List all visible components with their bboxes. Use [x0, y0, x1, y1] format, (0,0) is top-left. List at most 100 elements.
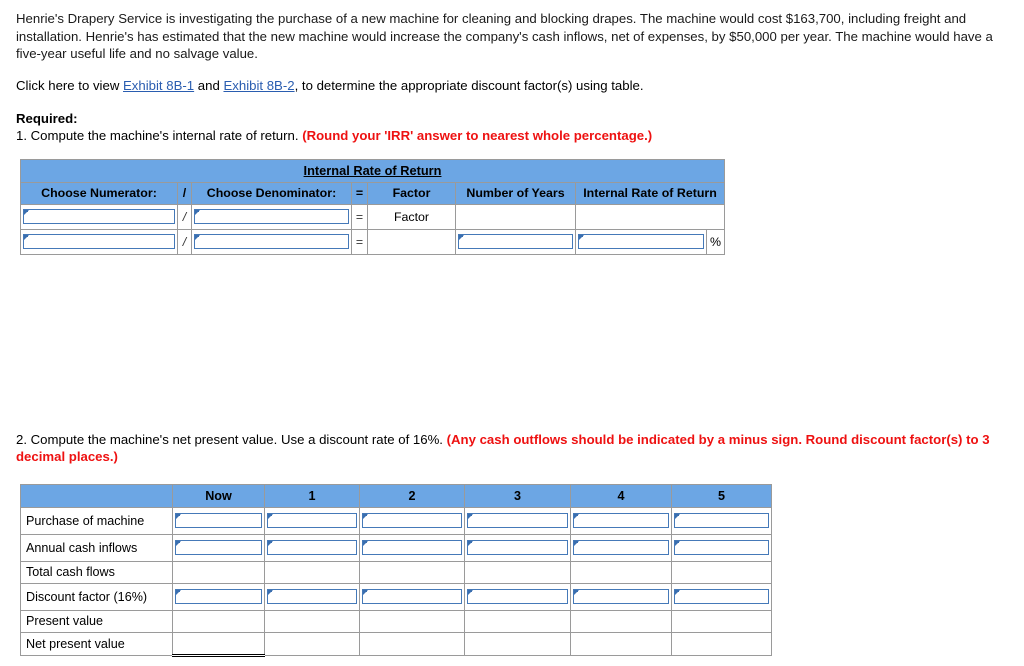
npv-value-input[interactable] — [674, 540, 769, 555]
irr-slash-2: / — [177, 228, 192, 255]
npv-input-cell — [264, 533, 360, 562]
npv-row-label: Purchase of machine — [20, 506, 173, 535]
npv-value-input[interactable] — [573, 540, 669, 555]
npv-value-cell — [172, 631, 265, 657]
npv-input-cell — [671, 506, 772, 535]
npv-value-cell — [264, 609, 360, 633]
irr-result-cell-1 — [574, 203, 726, 230]
question-1-note: (Round your 'IRR' answer to nearest whol… — [302, 128, 653, 143]
npv-header-period-1: 1 — [264, 483, 360, 508]
npv-value-cell — [359, 631, 465, 656]
npv-header-period-2: 2 — [359, 483, 465, 508]
click-here-suffix: , to determine the appropriate discount … — [294, 77, 644, 93]
npv-value-cell — [359, 609, 465, 633]
npv-input-cell — [264, 582, 360, 611]
npv-input-cell — [172, 506, 265, 535]
npv-row-label: Discount factor (16%) — [20, 582, 173, 611]
exhibit-8b-2-link[interactable]: Exhibit 8B-2 — [223, 78, 294, 93]
irr-table-title: Internal Rate of Return — [19, 158, 726, 183]
npv-row-label: Net present value — [20, 631, 173, 656]
npv-value-cell — [671, 560, 772, 584]
irr-denominator-cell-1 — [191, 203, 352, 230]
npv-value-input[interactable] — [467, 540, 568, 555]
irr-denominator-dropdown-2[interactable] — [194, 234, 349, 249]
npv-header-period-4: 4 — [570, 483, 672, 508]
npv-input-cell — [464, 506, 571, 535]
irr-row-1: / = Factor — [20, 203, 726, 230]
irr-numerator-dropdown-2[interactable] — [23, 234, 175, 249]
npv-input-cell — [570, 533, 672, 562]
question-2-block: 2. Compute the machine's net present val… — [16, 431, 1010, 657]
npv-value-cell — [264, 631, 360, 656]
required-label: Required: — [16, 111, 78, 126]
npv-value-input[interactable] — [175, 540, 262, 555]
npv-value-input[interactable] — [267, 513, 357, 528]
irr-factor-cell-2 — [367, 228, 456, 255]
question-2-line: 2. Compute the machine's net present val… — [16, 431, 1010, 466]
npv-header-corner — [20, 483, 173, 508]
npv-value-input[interactable] — [674, 589, 769, 604]
npv-row: Total cash flows — [20, 560, 772, 584]
irr-result-input-2[interactable] — [578, 234, 704, 249]
npv-input-cell — [359, 533, 465, 562]
npv-value-input[interactable] — [362, 513, 462, 528]
link-conjunction: and — [194, 77, 224, 93]
npv-value-cell — [359, 560, 465, 584]
npv-header-period-3: 3 — [464, 483, 571, 508]
irr-result-cell-2 — [575, 228, 707, 255]
npv-value-input[interactable] — [267, 540, 357, 555]
irr-years-cell-2 — [455, 228, 576, 255]
header-internal-rate-of-return: Internal Rate of Return — [574, 181, 726, 205]
npv-value-input[interactable] — [175, 589, 262, 604]
irr-equals-1: = — [351, 203, 368, 230]
irr-denominator-dropdown-1[interactable] — [194, 209, 349, 224]
npv-value-input[interactable] — [467, 589, 568, 604]
worksheet-page: Henrie's Drapery Service is investigatin… — [0, 0, 1024, 657]
npv-value-cell — [570, 560, 672, 584]
npv-row-label: Annual cash inflows — [20, 533, 173, 562]
npv-input-cell — [671, 533, 772, 562]
npv-input-cell — [570, 582, 672, 611]
npv-value-input[interactable] — [467, 513, 568, 528]
irr-numerator-dropdown-1[interactable] — [23, 209, 175, 224]
npv-value-input[interactable] — [573, 589, 669, 604]
npv-row-label: Total cash flows — [20, 560, 173, 584]
click-here-prefix: Click here to view — [16, 77, 124, 93]
npv-value-cell — [671, 631, 772, 656]
irr-numerator-cell-1 — [20, 203, 178, 230]
npv-row: Present value — [20, 609, 772, 633]
npv-value-input[interactable] — [267, 589, 357, 604]
irr-factor-label-1: Factor — [367, 203, 456, 230]
npv-input-cell — [464, 533, 571, 562]
net-present-value-table: Now 1 2 3 4 5 Purchase of machine Annual cash i… — [20, 483, 772, 657]
npv-value-input[interactable] — [362, 540, 462, 555]
npv-row: Purchase of machine — [20, 506, 772, 535]
irr-years-cell-1 — [455, 203, 576, 230]
npv-input-cell — [172, 533, 265, 562]
irr-equals-2: = — [351, 228, 368, 255]
npv-row-label: Present value — [20, 609, 173, 633]
npv-row: Discount factor (16%) — [20, 582, 772, 611]
irr-percent-symbol: % — [705, 228, 726, 255]
npv-value-input[interactable] — [573, 513, 669, 528]
npv-value-input[interactable] — [175, 513, 262, 528]
npv-value-input[interactable] — [362, 589, 462, 604]
npv-header-period-now: Now — [172, 483, 265, 508]
npv-value-input[interactable] — [674, 513, 769, 528]
npv-value-cell — [264, 560, 360, 584]
header-factor: Factor — [367, 181, 456, 205]
irr-slash-1: / — [177, 203, 192, 230]
npv-value-cell — [570, 609, 672, 633]
npv-value-cell — [464, 631, 571, 656]
problem-statement: Henrie's Drapery Service is investigatin… — [16, 11, 993, 61]
irr-title-row: Internal Rate of Return — [19, 158, 726, 183]
npv-value-cell — [570, 631, 672, 656]
header-equals: = — [351, 181, 368, 205]
npv-input-cell — [359, 506, 465, 535]
header-choose-numerator: Choose Numerator: — [20, 181, 178, 205]
irr-years-input-2[interactable] — [458, 234, 573, 249]
npv-row: Annual cash inflows — [20, 533, 772, 562]
npv-value-cell — [671, 609, 772, 633]
exhibit-8b-1-link[interactable]: Exhibit 8B-1 — [123, 78, 194, 93]
npv-header-row: Now 1 2 3 4 5 — [20, 483, 772, 508]
